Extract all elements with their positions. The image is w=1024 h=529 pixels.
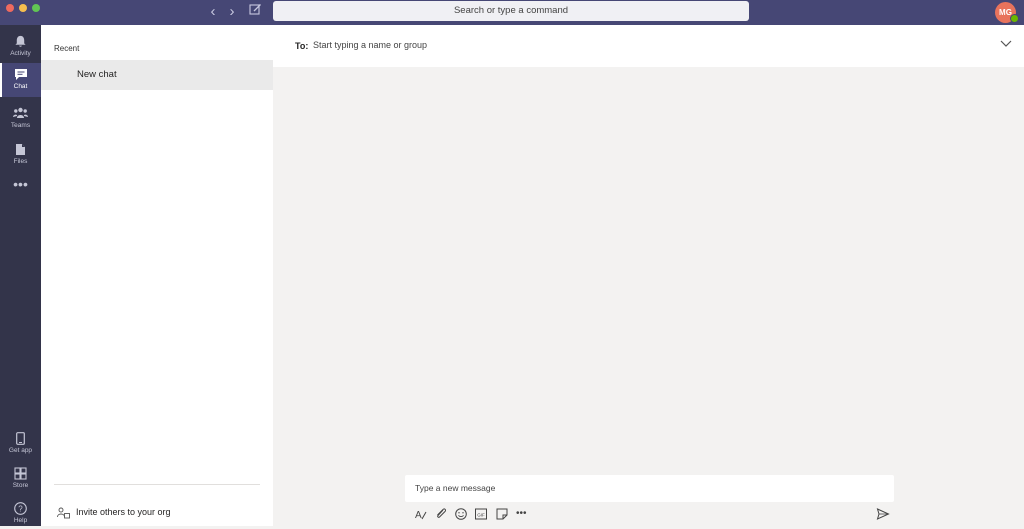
rail-item-store[interactable]: Store <box>0 462 41 494</box>
rail-item-help[interactable]: ? Help <box>0 497 41 529</box>
format-icon[interactable]: A <box>414 507 428 521</box>
rail-label-store: Store <box>12 482 29 489</box>
phone-icon <box>16 432 25 445</box>
status-available-badge <box>1010 14 1019 23</box>
title-bar: ‹ › Search or type a command MG <box>0 0 1024 25</box>
chat-list-panel: Recent New chat Invite others to your or… <box>41 25 273 526</box>
chat-main-area: To: A GIF ••• <box>273 25 1024 526</box>
rail-label-activity: Activity <box>10 50 31 57</box>
rail-more-button[interactable]: ••• <box>0 177 41 195</box>
rail-label-teams: Teams <box>10 122 31 129</box>
invite-others-label: Invite others to your org <box>76 507 171 517</box>
forward-arrow-icon[interactable]: › <box>224 4 240 20</box>
rail-label-get-app: Get app <box>8 447 33 454</box>
send-icon[interactable] <box>876 507 890 521</box>
svg-text:GIF: GIF <box>477 513 485 518</box>
to-label: To: <box>295 41 309 51</box>
rail-item-teams[interactable]: Teams <box>0 102 41 134</box>
chat-icon <box>14 69 27 80</box>
list-item-new-chat[interactable]: New chat <box>41 60 273 90</box>
files-icon <box>16 144 25 155</box>
teams-icon <box>13 107 28 118</box>
more-icon: ••• <box>13 176 28 192</box>
gif-icon[interactable]: GIF <box>474 507 488 521</box>
help-icon: ? <box>14 502 27 515</box>
app-rail: Activity Chat Teams Files ••• Get app St… <box>0 25 41 526</box>
search-command-bar[interactable]: Search or type a command <box>273 1 749 21</box>
recent-section-title: Recent <box>54 44 80 53</box>
message-input[interactable] <box>415 483 875 493</box>
divider <box>54 484 260 485</box>
rail-item-chat[interactable]: Chat <box>0 63 41 97</box>
window-close-button[interactable] <box>6 4 14 12</box>
compose-new-chat-icon[interactable] <box>247 3 263 19</box>
svg-text:A: A <box>415 510 422 521</box>
window-maximize-button[interactable] <box>32 4 40 12</box>
attach-icon[interactable] <box>434 507 448 521</box>
back-arrow-icon[interactable]: ‹ <box>205 4 221 20</box>
recipient-input[interactable] <box>313 40 613 50</box>
rail-item-files[interactable]: Files <box>0 138 41 170</box>
more-options-icon[interactable]: ••• <box>516 507 530 521</box>
window-minimize-button[interactable] <box>19 4 27 12</box>
svg-text:?: ? <box>18 504 23 513</box>
rail-item-get-app[interactable]: Get app <box>0 427 41 459</box>
chevron-down-icon[interactable] <box>1000 40 1012 48</box>
rail-label-files: Files <box>13 158 28 165</box>
rail-label-chat: Chat <box>13 83 28 90</box>
invite-people-icon <box>57 507 70 519</box>
sticker-icon[interactable] <box>495 507 509 521</box>
bell-icon <box>15 35 26 47</box>
emoji-icon[interactable] <box>454 507 468 521</box>
recipient-bar: To: <box>273 25 1024 67</box>
rail-label-help: Help <box>13 517 28 524</box>
new-chat-label: New chat <box>77 69 117 80</box>
rail-item-activity[interactable]: Activity <box>0 30 41 62</box>
compose-box[interactable] <box>405 475 894 502</box>
store-icon <box>14 467 27 480</box>
